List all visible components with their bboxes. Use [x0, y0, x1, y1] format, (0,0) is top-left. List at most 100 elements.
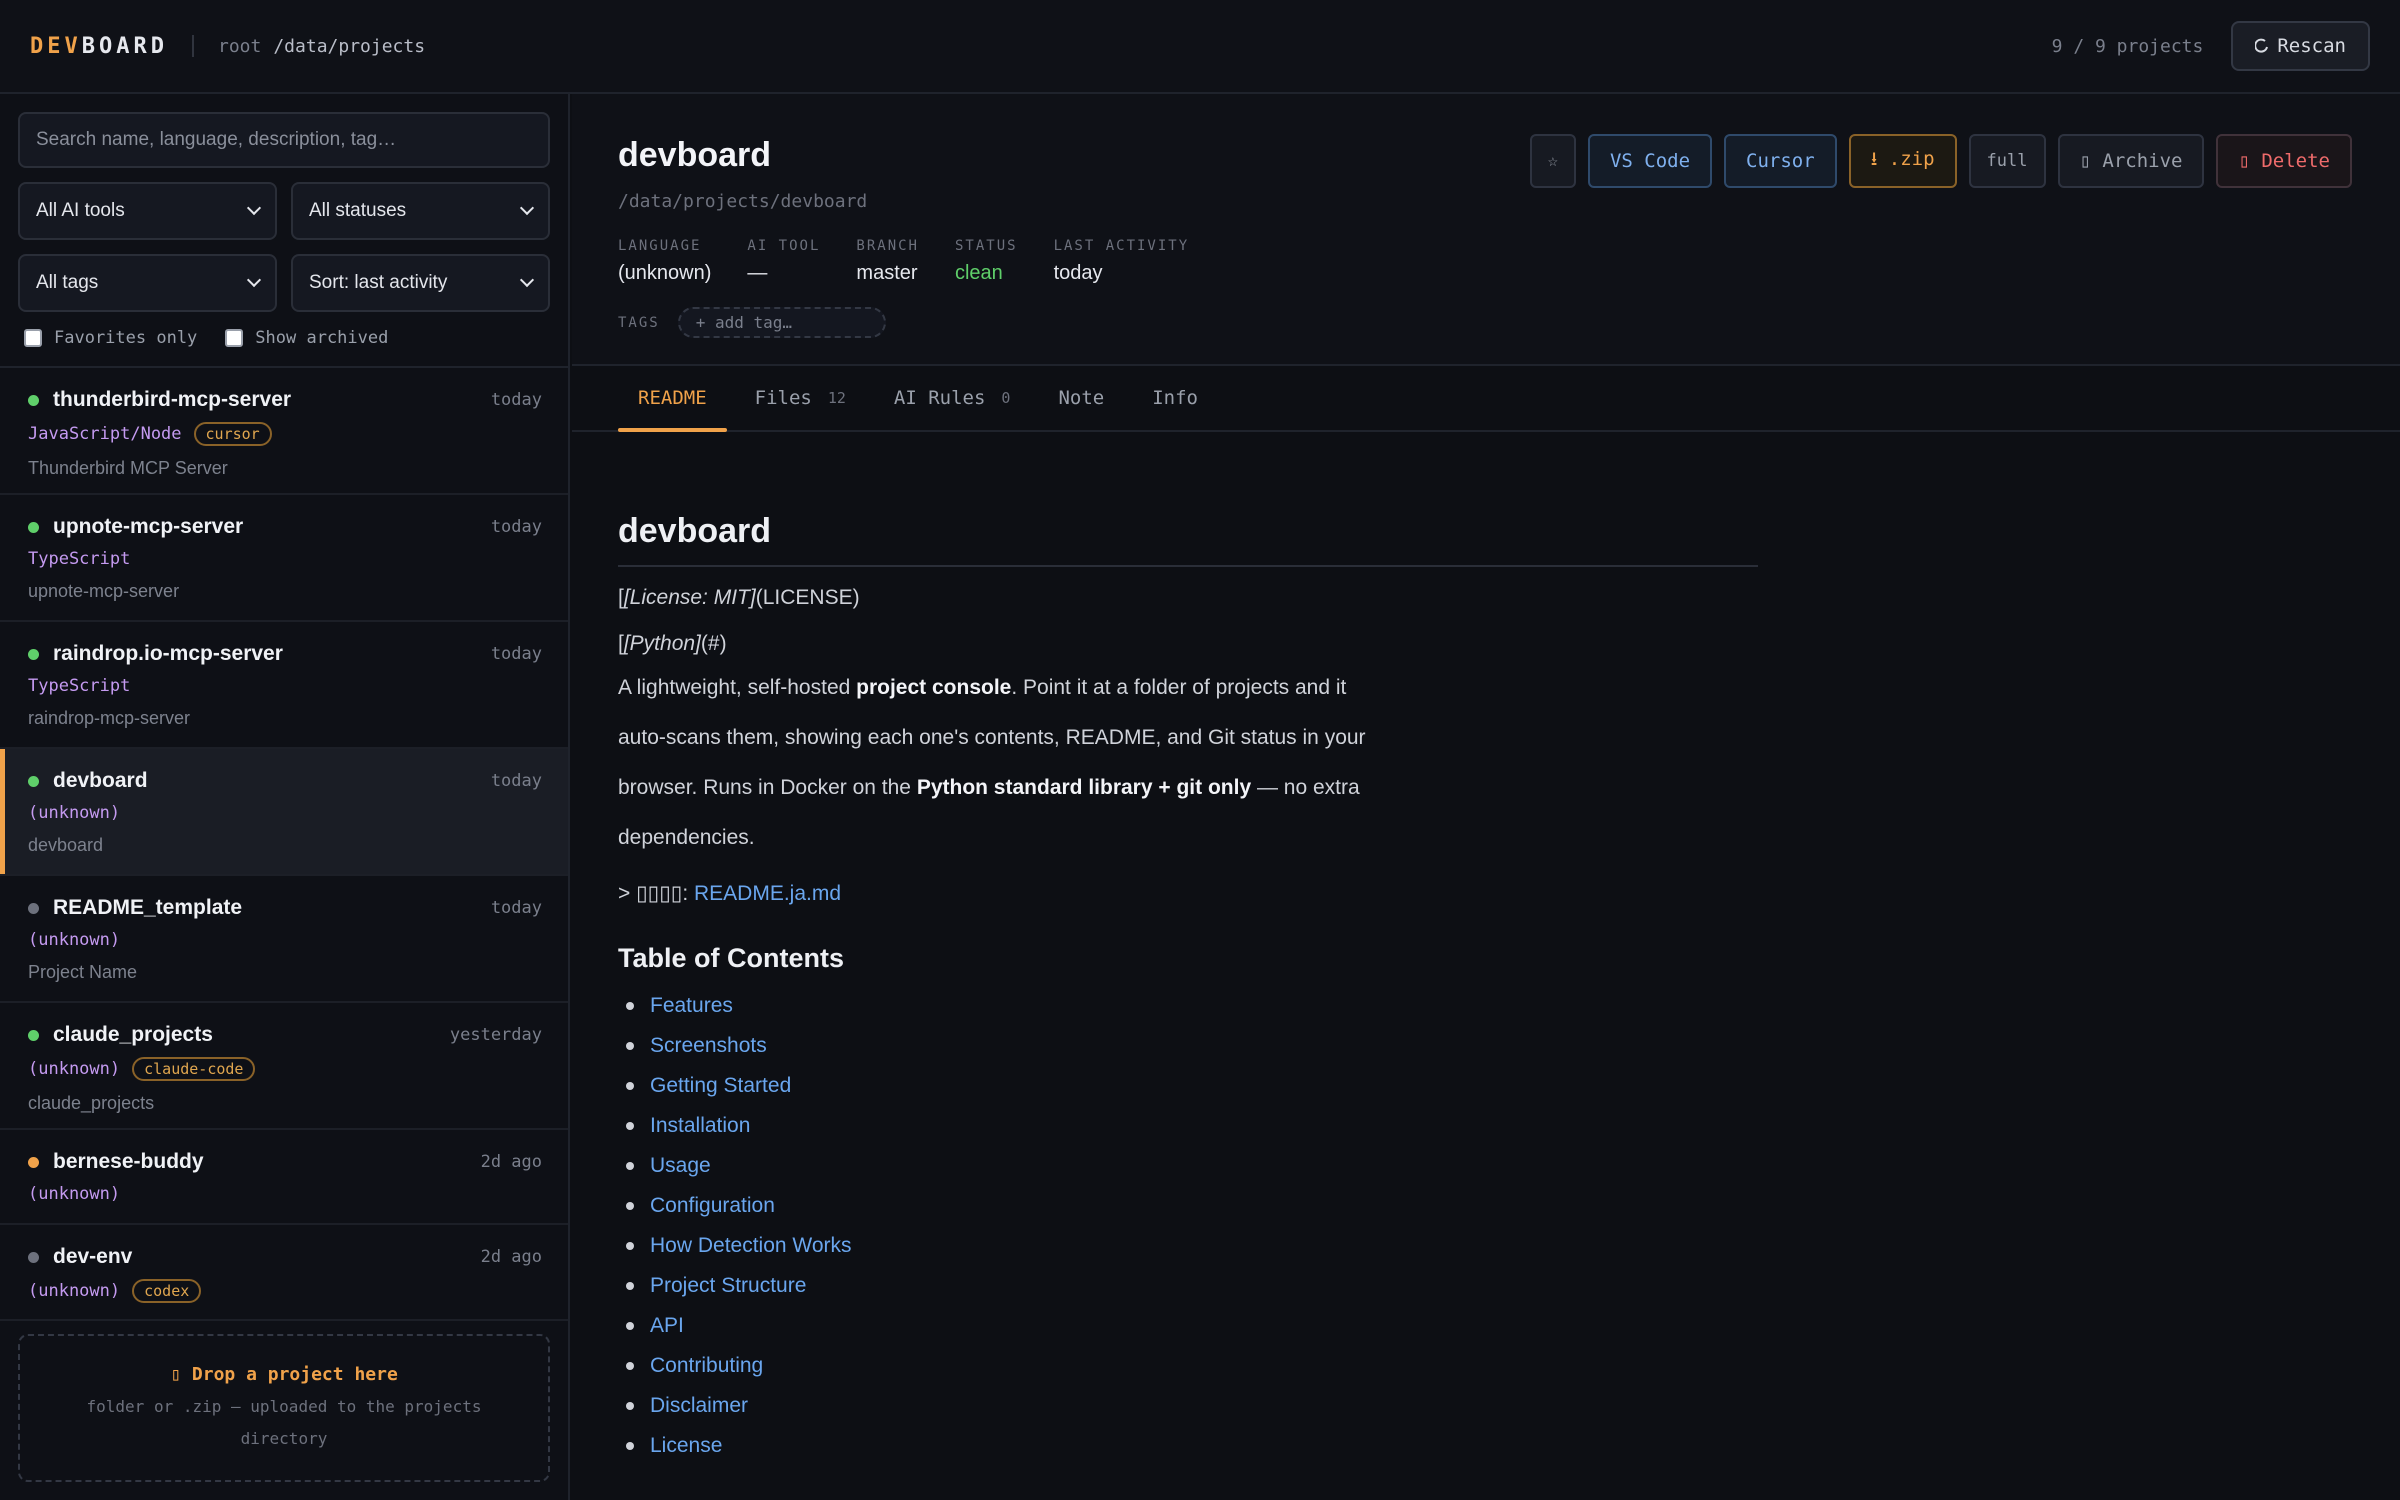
- project-name: claude_projects: [53, 1023, 213, 1046]
- toc-item: API: [618, 1306, 1772, 1346]
- status-dot: [28, 775, 39, 787]
- readme-ja-link[interactable]: README.ja.md: [694, 882, 841, 905]
- meta-value: clean: [954, 262, 1003, 284]
- toc-item: Installation: [618, 1106, 1772, 1146]
- breadcrumb-user: root: [217, 35, 262, 57]
- readme-heading: devboard: [618, 512, 1758, 567]
- tab-note[interactable]: Note: [1038, 366, 1124, 430]
- toc-link[interactable]: How Detection Works: [650, 1234, 852, 1258]
- project-name: bernese-buddy: [53, 1150, 204, 1173]
- project-name: README_template: [53, 896, 243, 919]
- status-dot: [28, 1029, 39, 1041]
- project-path: /data/projects/devboard: [618, 191, 868, 212]
- project-language: TypeScript: [28, 549, 131, 569]
- checkbox-box[interactable]: [24, 329, 42, 347]
- project-item[interactable]: raindrop.io-mcp-server today TypeScript rai…: [0, 622, 568, 749]
- drop-subtitle: folder or .zip — uploaded to the project…: [86, 1397, 482, 1448]
- project-item[interactable]: dev-env 2d ago (unknown) codex: [0, 1225, 568, 1321]
- project-item[interactable]: bernese-buddy 2d ago (unknown): [0, 1130, 568, 1225]
- status-dot: [28, 1156, 39, 1168]
- project-description: Thunderbird MCP Server: [28, 458, 228, 478]
- toc-item: How Detection Works: [618, 1226, 1772, 1266]
- readme-content: devboard [[License: MIT](LICENSE) [[Pyth…: [572, 432, 1772, 1466]
- toc-link[interactable]: Usage: [650, 1154, 711, 1178]
- toc-link[interactable]: Disclaimer: [650, 1394, 748, 1418]
- tab-readme[interactable]: README: [618, 366, 727, 432]
- project-item[interactable]: thunderbird-mcp-server today JavaScript/No…: [0, 368, 568, 495]
- readme-intro: A lightweight, self-hosted project conso…: [618, 676, 1366, 849]
- toc-link[interactable]: Installation: [650, 1114, 750, 1138]
- favorites-checkbox[interactable]: Favorites only: [24, 328, 197, 348]
- sort-select[interactable]: Sort: last activity: [291, 254, 550, 312]
- open-cursor-button[interactable]: Cursor: [1724, 134, 1837, 188]
- ai-tool-tag: cursor: [193, 422, 272, 446]
- tab-files[interactable]: Files 12: [735, 366, 866, 430]
- meta-field: LANGUAGE (unknown): [618, 238, 711, 285]
- search-input[interactable]: [18, 112, 550, 168]
- ai-tool-tag: claude-code: [132, 1057, 256, 1081]
- project-language: (unknown): [28, 1059, 121, 1079]
- meta-key: LAST ACTIVITY: [1053, 238, 1190, 254]
- toc-link[interactable]: Getting Started: [650, 1074, 791, 1098]
- project-name: raindrop.io-mcp-server: [53, 642, 283, 665]
- download-zip-button[interactable]: ⭳ .zip: [1848, 134, 1957, 188]
- star-icon: ☆: [1547, 151, 1558, 171]
- toc-link[interactable]: Features: [650, 994, 733, 1018]
- meta-value: (unknown): [618, 262, 712, 284]
- toc-link[interactable]: License: [650, 1434, 722, 1458]
- python-badge-line: [[Python](#): [618, 632, 727, 655]
- favorite-star-button[interactable]: ☆: [1529, 134, 1576, 188]
- chevron-down-icon: [519, 200, 535, 216]
- ai-tool-select[interactable]: All AI tools: [18, 182, 277, 240]
- toc-item: Contributing: [618, 1346, 1772, 1386]
- toc-item: Usage: [618, 1146, 1772, 1186]
- status-select[interactable]: All statuses: [291, 182, 550, 240]
- add-tag-input[interactable]: + add tag…: [677, 307, 886, 338]
- sidebar: All AI tools All statuses All tags Sort:…: [0, 94, 570, 1500]
- delete-button[interactable]: ▯ Delete: [2216, 134, 2352, 188]
- project-item[interactable]: devboard today (unknown) devboard: [0, 749, 568, 876]
- toc-link[interactable]: Project Structure: [650, 1274, 806, 1298]
- meta-field: AI TOOL —: [747, 238, 820, 285]
- main-panel: devboard /data/projects/devboard LANGUAG…: [572, 94, 2400, 1500]
- status-dot: [28, 521, 39, 533]
- project-item[interactable]: README_template today (unknown) Project Nam…: [0, 876, 568, 1003]
- status-dot: [28, 1251, 39, 1263]
- rescan-button[interactable]: Rescan: [2231, 21, 2370, 71]
- toc-link[interactable]: Configuration: [650, 1194, 775, 1218]
- archived-checkbox[interactable]: Show archived: [225, 328, 388, 348]
- archive-button[interactable]: ▯ Archive: [2057, 134, 2205, 188]
- meta-value: today: [1053, 262, 1103, 284]
- project-list: thunderbird-mcp-server today JavaScript/No…: [0, 368, 568, 1321]
- filter-panel: All AI tools All statuses All tags Sort:…: [0, 94, 568, 368]
- project-item[interactable]: upnote-mcp-server today TypeScript upnote-m…: [0, 495, 568, 622]
- project-item[interactable]: claude_projects yesterday (unknown) claude-…: [0, 1003, 568, 1130]
- toc-link[interactable]: API: [650, 1314, 684, 1338]
- tab-count: 0: [1001, 389, 1011, 407]
- meta-value: master: [856, 262, 918, 284]
- chevron-down-icon: [246, 272, 262, 288]
- meta-key: STATUS: [954, 238, 1018, 254]
- toc-link[interactable]: Contributing: [650, 1354, 763, 1378]
- project-header: devboard /data/projects/devboard LANGUAG…: [572, 94, 2400, 366]
- project-meta: LANGUAGE (unknown) AI TOOL — BRANCH master STA…: [618, 238, 2400, 285]
- tag-select[interactable]: All tags: [18, 254, 277, 312]
- project-date: today: [490, 517, 542, 537]
- toc-item: License: [618, 1426, 1772, 1466]
- toc-link[interactable]: Screenshots: [650, 1034, 767, 1058]
- status-dot: [28, 394, 39, 406]
- tab-info[interactable]: Info: [1132, 366, 1218, 430]
- status-dot: [28, 648, 39, 660]
- open-vscode-button[interactable]: VS Code: [1587, 134, 1713, 188]
- drop-zone[interactable]: ▯ Drop a project here folder or .zip — u…: [18, 1334, 550, 1482]
- tab-ai-rules[interactable]: AI Rules 0: [874, 366, 1031, 430]
- project-description: upnote-mcp-server: [28, 581, 180, 601]
- full-zip-button[interactable]: full: [1968, 134, 2046, 188]
- checkbox-box[interactable]: [225, 329, 244, 347]
- meta-field: BRANCH master: [856, 238, 919, 285]
- toc-item: Features: [618, 986, 1772, 1026]
- chevron-down-icon: [519, 272, 535, 288]
- trash-icon: ▯: [2238, 150, 2262, 172]
- project-language: (unknown): [28, 930, 121, 950]
- project-date: 2d ago: [480, 1247, 542, 1267]
